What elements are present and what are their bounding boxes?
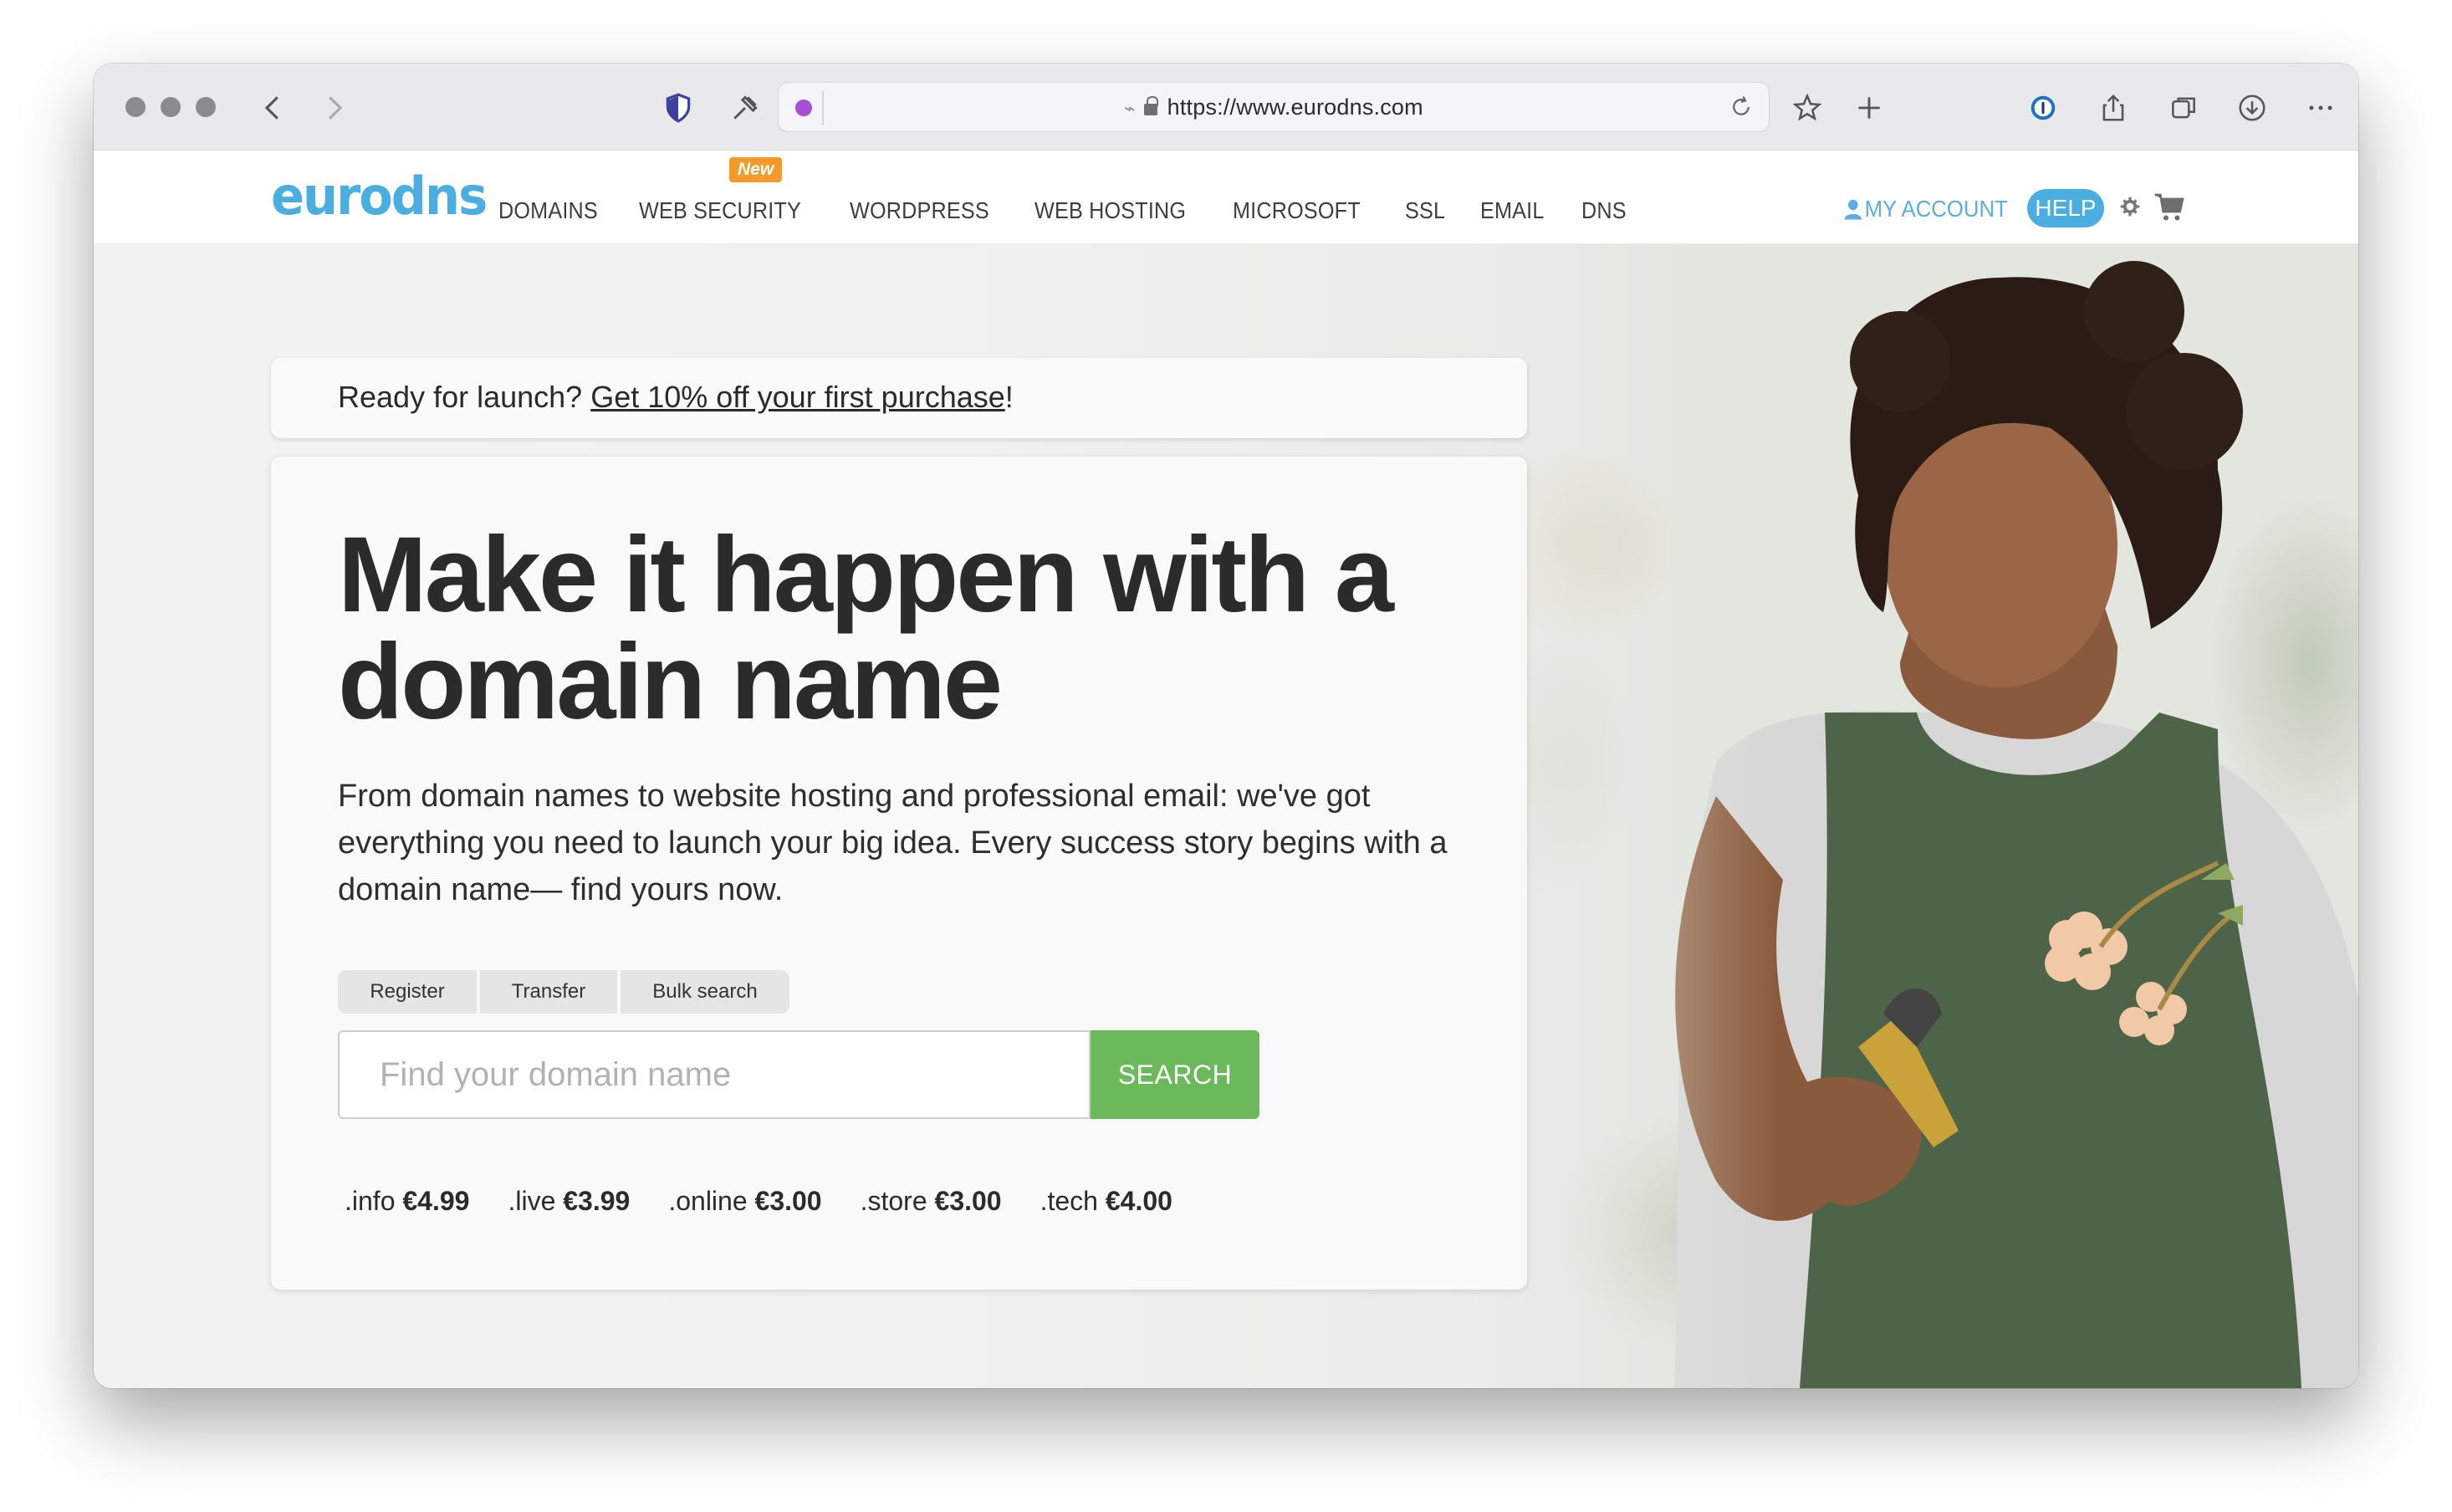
tab-transfer[interactable]: Transfer bbox=[480, 970, 617, 1014]
url-text: https://www.eurodns.com bbox=[1167, 94, 1423, 120]
hero-subtext: From domain names to website hosting and… bbox=[338, 779, 1448, 907]
lock-icon bbox=[1143, 96, 1158, 115]
tld-name: .tech bbox=[1040, 1186, 1098, 1216]
nav-microsoft[interactable]: MICROSOFT bbox=[1233, 197, 1361, 224]
tab-register[interactable]: Register bbox=[338, 970, 477, 1014]
settings-icon[interactable] bbox=[2117, 194, 2143, 219]
hero-headline: Make it happen with a domain name bbox=[338, 515, 1394, 742]
promo-banner: Ready for launch? Get 10% off your first… bbox=[271, 358, 1527, 438]
cart-icon[interactable] bbox=[2153, 191, 2188, 224]
promo-lead-text: Ready for launch? bbox=[338, 380, 591, 414]
more-options-icon[interactable] bbox=[2301, 89, 2340, 127]
browser-toolbar: ⌁ https://www.eurodns.com bbox=[94, 64, 2358, 151]
nav-web-security[interactable]: WEB SECURITY bbox=[639, 197, 801, 224]
hero-section: Ready for launch? Get 10% off your first… bbox=[94, 244, 2358, 1388]
minimize-window-button[interactable] bbox=[161, 97, 181, 117]
tld-price: €3.00 bbox=[934, 1186, 1002, 1216]
password-manager-icon[interactable] bbox=[2024, 89, 2062, 127]
address-bar[interactable]: ⌁ https://www.eurodns.com bbox=[778, 82, 1770, 132]
tld-price-live[interactable]: .live €3.99 bbox=[508, 1186, 630, 1217]
main-nav: DOMAINS WEB SECURITY WORDPRESS WEB HOSTI… bbox=[498, 197, 1661, 224]
tabs-overview-icon[interactable] bbox=[2164, 89, 2203, 127]
tld-price: €4.00 bbox=[1105, 1186, 1172, 1216]
nav-wordpress[interactable]: WORDPRESS bbox=[850, 197, 989, 224]
tld-price: €4.99 bbox=[402, 1186, 470, 1216]
help-button[interactable]: HELP bbox=[2027, 189, 2104, 227]
tld-name: .live bbox=[508, 1186, 556, 1216]
domain-search-input[interactable] bbox=[338, 1030, 1091, 1119]
new-badge: New bbox=[729, 157, 783, 182]
tld-price-tech[interactable]: .tech €4.00 bbox=[1040, 1186, 1172, 1217]
tld-price-online[interactable]: .online €3.00 bbox=[668, 1186, 821, 1217]
tld-price: €3.99 bbox=[563, 1186, 631, 1216]
promo-tail: ! bbox=[1004, 380, 1014, 414]
tld-price-store[interactable]: .store €3.00 bbox=[861, 1186, 1002, 1217]
tld-name: .info bbox=[345, 1186, 396, 1216]
tld-price-info[interactable]: .info €4.99 bbox=[345, 1186, 469, 1217]
search-button[interactable]: SEARCH bbox=[1091, 1030, 1259, 1119]
hero-photo-woman-gardener bbox=[1465, 244, 2358, 1388]
bookmark-star-icon[interactable] bbox=[1788, 89, 1826, 127]
my-account-link[interactable]: MY ACCOUNT bbox=[1842, 196, 2008, 222]
tld-name: .online bbox=[668, 1186, 748, 1216]
user-icon bbox=[1844, 199, 1862, 220]
eurodns-logo[interactable]: eurodns bbox=[271, 171, 488, 222]
tld-price: €3.00 bbox=[754, 1186, 822, 1216]
nav-ssl[interactable]: SSL bbox=[1405, 197, 1445, 224]
reload-icon[interactable] bbox=[1729, 94, 1754, 120]
my-account-label: MY ACCOUNT bbox=[1864, 196, 2008, 222]
site-header: eurodns New DOMAINS WEB SECURITY WORDPRE… bbox=[94, 151, 2358, 244]
nav-web-hosting[interactable]: WEB HOSTING bbox=[1034, 197, 1186, 224]
nav-dns[interactable]: DNS bbox=[1581, 197, 1627, 224]
tld-name: .store bbox=[860, 1186, 927, 1216]
tools-icon[interactable] bbox=[726, 89, 764, 127]
domain-search-card: Make it happen with a domain name From d… bbox=[271, 457, 1527, 1290]
download-icon[interactable] bbox=[2233, 89, 2271, 127]
share-icon[interactable] bbox=[2094, 89, 2133, 127]
nav-email[interactable]: EMAIL bbox=[1480, 197, 1545, 224]
forward-icon[interactable] bbox=[314, 89, 353, 127]
zoom-window-button[interactable] bbox=[196, 97, 216, 117]
shield-icon[interactable] bbox=[659, 89, 697, 127]
promo-discount-link[interactable]: Get 10% off your first purchase bbox=[590, 380, 1005, 414]
tld-price-list: .info €4.99 .live €3.99 .online €3.00 .s… bbox=[345, 1186, 1211, 1217]
new-tab-plus-icon[interactable] bbox=[1850, 89, 1888, 127]
nav-domains[interactable]: DOMAINS bbox=[498, 197, 598, 224]
browser-window: ⌁ https://www.eurodns.com eurodns New DO… bbox=[94, 64, 2358, 1388]
back-icon[interactable] bbox=[254, 89, 293, 127]
close-window-button[interactable] bbox=[125, 97, 146, 117]
tab-bulk-search[interactable]: Bulk search bbox=[621, 970, 789, 1014]
search-mode-tabs: Register Transfer Bulk search bbox=[338, 970, 793, 1014]
rss-icon: ⌁ bbox=[1124, 98, 1136, 119]
